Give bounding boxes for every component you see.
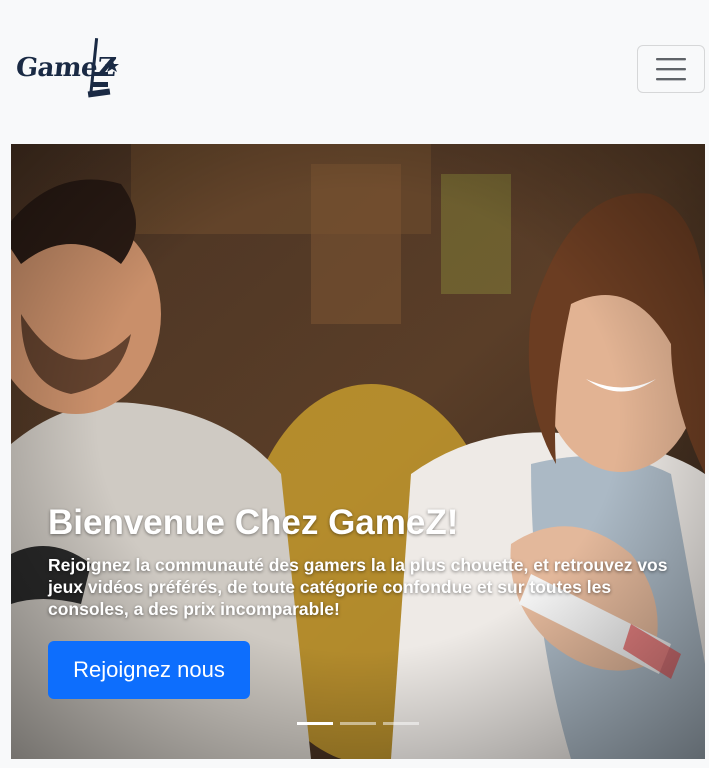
brand-logo[interactable]: GameZ — [14, 34, 128, 102]
carousel-indicator-1[interactable] — [297, 722, 333, 725]
carousel-indicator-3[interactable] — [383, 722, 419, 725]
carousel-caption: Bienvenue Chez GameZ! Rejoignez la commu… — [48, 502, 678, 620]
hamburger-menu-icon — [656, 58, 686, 81]
join-us-button[interactable]: Rejoignez nous — [48, 641, 250, 699]
navbar-toggle-button[interactable] — [637, 45, 705, 93]
hero-title: Bienvenue Chez GameZ! — [48, 503, 459, 542]
navbar: GameZ — [0, 0, 709, 144]
controller-tower-icon — [87, 38, 119, 98]
hero-description: Rejoignez la communauté des gamers la la… — [48, 555, 668, 619]
hero-carousel: Bienvenue Chez GameZ! Rejoignez la commu… — [11, 144, 705, 759]
carousel-indicators — [297, 722, 419, 728]
carousel-indicator-2[interactable] — [340, 722, 376, 725]
